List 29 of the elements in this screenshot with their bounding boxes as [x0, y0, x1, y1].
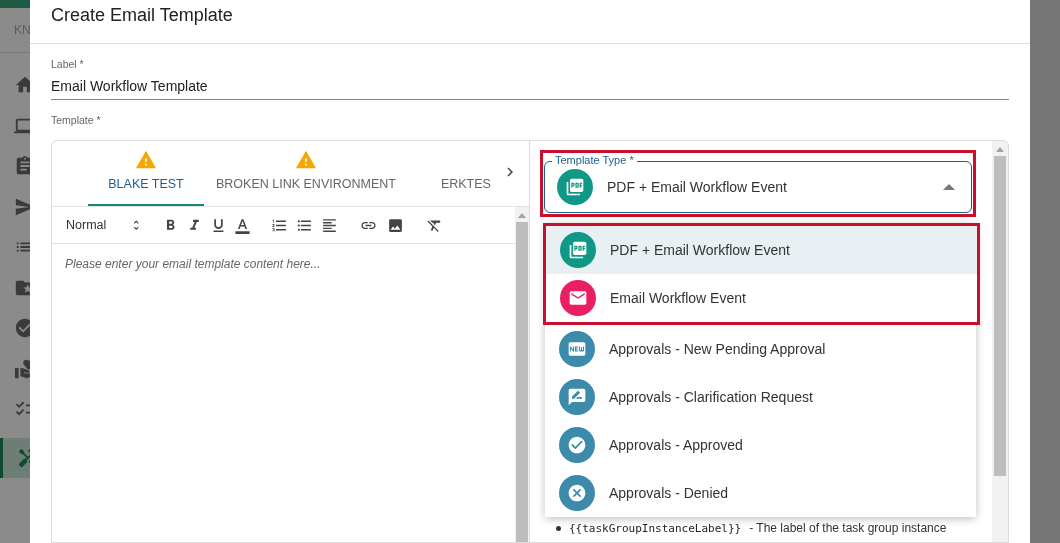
- heart-hand-icon: [14, 357, 30, 380]
- field-label: Label *: [51, 58, 85, 70]
- warning-icon: [294, 149, 317, 171]
- editor-tab[interactable]: BLAKE TEST: [88, 141, 204, 206]
- dropdown-option[interactable]: Approvals - New Pending Approval: [545, 325, 976, 373]
- align-left-icon[interactable]: [321, 216, 338, 234]
- select-value: PDF + Email Workflow Event: [607, 179, 788, 195]
- bullet-icon: [556, 525, 561, 531]
- editor-tab[interactable]: BROKEN LINK ENVIRONMENT: [204, 141, 408, 206]
- dropdown-option[interactable]: Approvals - Clarification Request: [545, 373, 976, 421]
- field-label: Template *: [51, 114, 102, 126]
- label-input-field[interactable]: Email Workflow Template: [51, 72, 1009, 100]
- image-icon[interactable]: [387, 216, 404, 234]
- dropdown-option[interactable]: PDF + Email Workflow Event: [546, 226, 977, 274]
- app-header-bar: [0, 0, 30, 8]
- select-label: Template Type *: [552, 154, 637, 166]
- warning-icon: [135, 149, 157, 171]
- dialog-title: Create Email Template: [30, 0, 1030, 44]
- dropdown-option[interactable]: Approvals - Denied: [545, 469, 976, 517]
- text-color-icon[interactable]: [234, 216, 251, 234]
- editor-tab[interactable]: ERKTES: [407, 141, 524, 206]
- editor-field[interactable]: Please enter your email template content here...: [52, 244, 515, 284]
- variable-description: - The label of the task group instance: [749, 521, 947, 535]
- format-select[interactable]: Normal: [66, 218, 142, 232]
- dropdown-option[interactable]: Approvals - Approved: [545, 421, 976, 469]
- sidebar-item[interactable]: [0, 437, 30, 478]
- scrollbar[interactable]: [992, 141, 1008, 542]
- scrollbar[interactable]: [515, 207, 529, 542]
- variable-code: {{taskGroupInstanceLabel}}: [569, 521, 742, 535]
